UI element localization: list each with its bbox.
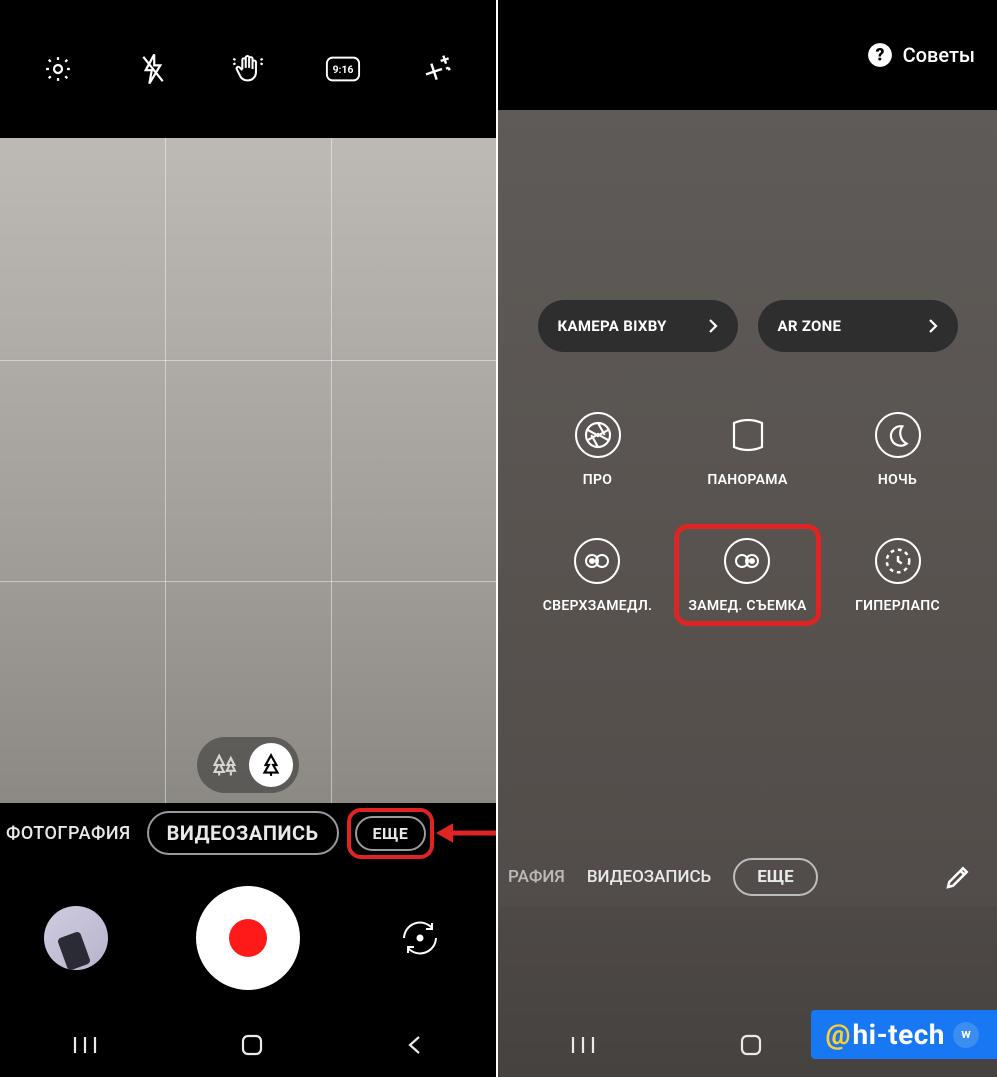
slowmo-icon xyxy=(734,553,760,569)
feature-pill-row: КАМЕРА BIXBY AR ZONE xyxy=(538,300,958,352)
mode-selector[interactable]: ФОТОГРАФИЯ ВИДЕОЗАПИСЬ ЕЩЕ xyxy=(0,803,496,863)
tips-button[interactable]: Советы xyxy=(903,43,975,67)
mode-selector[interactable]: РАФИЯ ВИДЕОЗАПИСЬ ЕЩЕ xyxy=(498,847,997,907)
chevron-right-icon xyxy=(708,318,718,334)
arzone-label: AR ZONE xyxy=(778,317,842,335)
mode-slow-motion[interactable]: ЗАМЕД. СЪЕМКА xyxy=(688,538,806,614)
nav-recents[interactable] xyxy=(569,1034,597,1056)
back-icon xyxy=(405,1033,425,1057)
mode-more-active[interactable]: ЕЩЕ xyxy=(733,858,818,896)
mode-hyperlapse[interactable]: ГИПЕРЛАПС xyxy=(855,538,940,614)
nav-recents[interactable] xyxy=(71,1034,99,1056)
edit-modes-button[interactable] xyxy=(943,862,973,892)
gallery-thumbnail[interactable] xyxy=(44,906,108,970)
home-icon xyxy=(739,1033,763,1057)
mode-night[interactable]: НОЧЬ xyxy=(875,412,921,488)
panorama-icon xyxy=(726,415,770,455)
camera-main-screen: 9:16 ФОТО xyxy=(0,0,498,1077)
help-icon: ? xyxy=(867,42,893,68)
aspect-ratio-toggle[interactable]: 9:16 xyxy=(325,51,361,87)
annotation-arrow-icon xyxy=(434,819,498,847)
mode-slow-label: ЗАМЕД. СЪЕМКА xyxy=(688,598,806,614)
filter-toggle[interactable] xyxy=(420,51,456,87)
viewfinder[interactable] xyxy=(0,138,496,803)
zoom-normal-button[interactable] xyxy=(249,743,293,787)
mode-video[interactable]: ВИДЕОЗАПИСЬ xyxy=(587,867,711,887)
grid-line xyxy=(331,138,332,803)
capture-bar xyxy=(0,863,496,1013)
modes-grid: ПРО ПАНОРАМА НОЧЬ xyxy=(523,412,973,614)
trees-wide-icon xyxy=(211,751,239,779)
ar-zone-button[interactable]: AR ZONE xyxy=(758,300,958,352)
vk-badge-icon: w xyxy=(953,1022,979,1048)
watermark-at: @ xyxy=(825,1018,850,1051)
mode-video-active[interactable]: ВИДЕОЗАПИСЬ xyxy=(147,811,339,855)
gear-icon xyxy=(43,54,73,84)
top-toolbar: 9:16 xyxy=(0,0,496,138)
camera-more-modes-screen: ? Советы КАМЕРА BIXBY AR ZONE xyxy=(498,0,997,1077)
zoom-selector xyxy=(197,737,299,793)
watermark: @ hi-tech w xyxy=(811,1010,997,1059)
palm-icon xyxy=(231,52,265,86)
mode-super-slow-mo[interactable]: СВЕРХЗАМЕДЛ. xyxy=(543,538,653,614)
flash-toggle[interactable] xyxy=(135,51,171,87)
watermark-text: hi-tech xyxy=(853,1018,946,1051)
nav-home[interactable] xyxy=(739,1033,763,1057)
gesture-toggle[interactable] xyxy=(230,51,266,87)
grid-line xyxy=(0,581,496,582)
switch-camera-button[interactable] xyxy=(388,906,452,970)
grid-line xyxy=(0,360,496,361)
mode-panorama-label: ПАНОРАМА xyxy=(707,472,787,488)
mode-pro[interactable]: ПРО xyxy=(575,412,621,488)
ratio-text: 9:16 xyxy=(333,63,354,76)
recents-icon xyxy=(71,1034,99,1056)
bixby-label: КАМЕРА BIXBY xyxy=(558,317,667,335)
shutter-button[interactable] xyxy=(196,886,300,990)
mode-panorama[interactable]: ПАНОРАМА xyxy=(707,412,787,488)
mode-more[interactable]: ЕЩЕ xyxy=(355,816,427,851)
recents-icon xyxy=(569,1034,597,1056)
sparkle-icon xyxy=(422,53,454,85)
tree-icon xyxy=(258,752,284,778)
chevron-right-icon xyxy=(928,318,938,334)
bixby-camera-button[interactable]: КАМЕРА BIXBY xyxy=(538,300,738,352)
more-modes-panel: КАМЕРА BIXBY AR ZONE ПРО xyxy=(498,110,997,1077)
mode-super-slow-label: СВЕРХЗАМЕДЛ. xyxy=(543,598,653,614)
tips-bar: ? Советы xyxy=(498,0,997,110)
mode-photo[interactable]: ФОТОГРАФИЯ xyxy=(6,823,131,844)
mode-pro-label: ПРО xyxy=(583,472,612,488)
svg-text:?: ? xyxy=(875,45,884,65)
nav-back[interactable] xyxy=(405,1033,425,1057)
android-nav-bar xyxy=(0,1013,496,1077)
mode-photo-partial[interactable]: РАФИЯ xyxy=(508,867,565,887)
aperture-icon xyxy=(582,419,614,451)
home-icon xyxy=(240,1033,264,1057)
mode-hyperlapse-label: ГИПЕРЛАПС xyxy=(855,598,940,614)
zoom-wide-button[interactable] xyxy=(203,743,247,787)
grid-line xyxy=(165,138,166,803)
flash-off-icon xyxy=(138,52,168,86)
switch-camera-icon xyxy=(396,914,444,962)
hyperlapse-icon xyxy=(883,546,913,576)
pencil-icon xyxy=(943,862,973,892)
mode-night-label: НОЧЬ xyxy=(878,472,917,488)
ratio-icon: 9:16 xyxy=(325,55,361,83)
moon-icon xyxy=(885,422,911,448)
super-slowmo-icon xyxy=(584,553,610,569)
settings-button[interactable] xyxy=(40,51,76,87)
record-indicator-icon xyxy=(229,919,267,957)
nav-home[interactable] xyxy=(240,1033,264,1057)
